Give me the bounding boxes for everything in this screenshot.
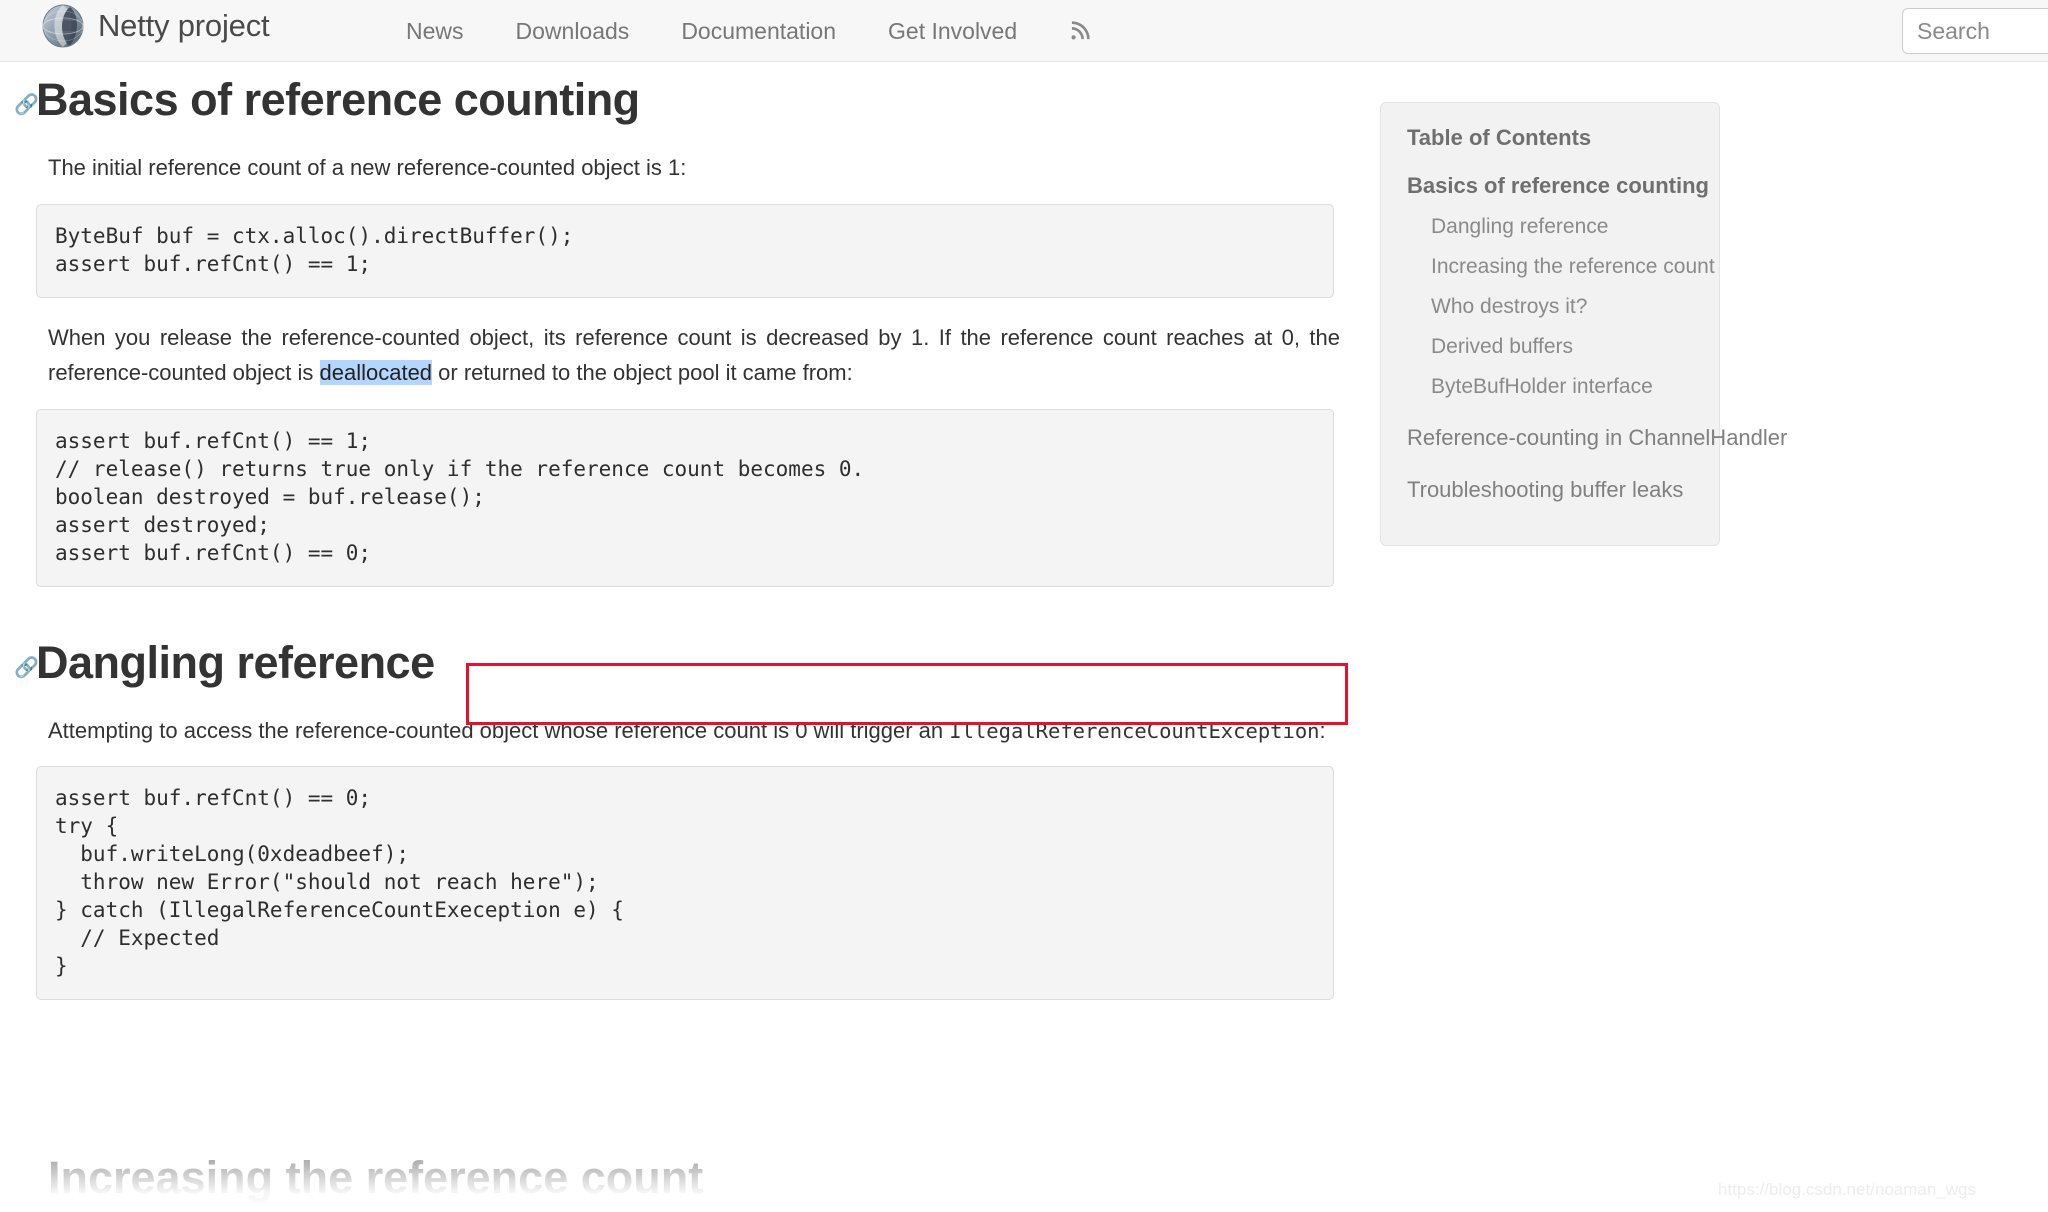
netty-globe-logo-icon <box>40 3 86 49</box>
toc-item-derived-buffers[interactable]: Derived buffers <box>1431 335 1693 359</box>
paragraph-text-after: or returned to the object pool it came f… <box>432 360 853 385</box>
paragraph-initial-reference-count: The initial reference count of a new ref… <box>48 150 1340 186</box>
toc-item-troubleshooting-buffer-leaks[interactable]: Troubleshooting buffer leaks <box>1407 477 1693 503</box>
anchor-link-icon[interactable]: 🔗 <box>14 656 34 681</box>
rss-feed-icon <box>1069 20 1091 42</box>
heading-dangling-reference: 🔗 Dangling reference <box>36 635 1346 691</box>
toc-item-basics-of-reference-counting[interactable]: Basics of reference counting <box>1407 173 1693 199</box>
toc-title: Table of Contents <box>1407 125 1693 151</box>
primary-navigation: News Downloads Documentation Get Involve… <box>380 0 1117 62</box>
page-root: Netty project News Downloads Documentati… <box>0 0 2048 1212</box>
toc-item-dangling-reference[interactable]: Dangling reference <box>1431 215 1693 239</box>
rss-feed-link[interactable] <box>1043 20 1117 42</box>
site-navbar: Netty project News Downloads Documentati… <box>0 0 2048 62</box>
main-content: 🔗 Basics of reference counting The initi… <box>36 62 1346 1000</box>
anchor-link-icon[interactable]: 🔗 <box>14 93 34 118</box>
paragraph-release-behaviour: When you release the reference-counted o… <box>48 320 1340 391</box>
paragraph-dangling-reference: Attempting to access the reference-count… <box>48 713 1340 749</box>
toc-item-reference-counting-in-channelhandler[interactable]: Reference-counting in ChannelHandler <box>1407 425 1693 451</box>
watermark-text: https://blog.csdn.net/noaman_wgs <box>1718 1180 1976 1200</box>
nav-item-documentation[interactable]: Documentation <box>655 18 862 45</box>
code-block-initial-refcnt: ByteBuf buf = ctx.alloc().directBuffer()… <box>36 204 1334 298</box>
nav-item-downloads[interactable]: Downloads <box>490 18 656 45</box>
heading-increasing-the-reference-count-partial: Increasing the reference count <box>48 1152 703 1204</box>
toc-item-who-destroys-it[interactable]: Who destroys it? <box>1431 295 1693 319</box>
brand-name: Netty project <box>98 8 269 44</box>
table-of-contents-panel: Table of Contents Basics of reference co… <box>1380 102 1720 546</box>
heading-text: Dangling reference <box>36 635 435 691</box>
code-block-release: assert buf.refCnt() == 1; // release() r… <box>36 409 1334 587</box>
toc-item-increasing-the-reference-count[interactable]: Increasing the reference count <box>1431 255 1693 279</box>
code-block-dangling-reference: assert buf.refCnt() == 0; try { buf.writ… <box>36 766 1334 999</box>
heading-basics-of-reference-counting: 🔗 Basics of reference counting <box>36 72 1346 128</box>
brand-home-link[interactable]: Netty project <box>40 3 269 49</box>
inline-code-illegal-reference-count-exception: IllegalReferenceCountException <box>949 719 1319 743</box>
paragraph-text-after: : <box>1320 718 1326 743</box>
heading-text: Basics of reference counting <box>36 72 640 128</box>
toc-item-bytebufholder-interface[interactable]: ByteBufHolder interface <box>1431 375 1693 399</box>
nav-item-get-involved[interactable]: Get Involved <box>862 18 1043 45</box>
nav-item-news[interactable]: News <box>380 18 490 45</box>
paragraph-text-before: Attempting to access the reference-count… <box>48 718 949 743</box>
selected-text-deallocated: deallocated <box>320 360 433 385</box>
search-input[interactable] <box>1902 8 2048 54</box>
